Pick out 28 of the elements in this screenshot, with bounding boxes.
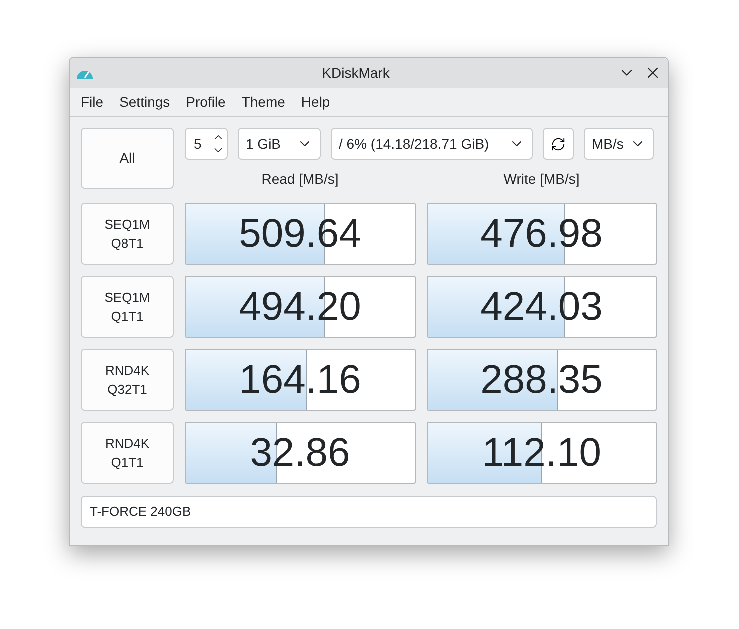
result-value: 509.64 <box>239 214 362 254</box>
test-button[interactable]: SEQ1M Q1T1 <box>81 276 174 338</box>
size-dropdown[interactable]: 1 GiB <box>238 128 321 160</box>
refresh-button[interactable] <box>543 128 574 160</box>
column-header: Write [MB/s] <box>504 170 580 189</box>
menu-item[interactable]: Help <box>293 92 338 112</box>
runs-spinbox[interactable]: 5 <box>185 128 228 160</box>
menu-item[interactable]: File <box>73 92 112 112</box>
unit-dropdown[interactable]: MB/s <box>584 128 654 160</box>
result-value: 424.03 <box>480 287 603 327</box>
test-button[interactable]: SEQ1M Q8T1 <box>81 203 174 265</box>
test-button[interactable]: RND4K Q32T1 <box>81 349 174 411</box>
all-button[interactable]: All <box>81 128 174 189</box>
menu-item[interactable]: Settings <box>112 92 178 112</box>
target-dropdown[interactable]: / 6% (14.18/218.71 GiB) <box>331 128 533 160</box>
menu-item[interactable]: Theme <box>234 92 294 112</box>
result-value: 288.35 <box>480 360 603 400</box>
test-button[interactable]: RND4K Q1T1 <box>81 422 174 484</box>
result-value: 32.86 <box>250 433 350 473</box>
refresh-icon <box>551 136 566 152</box>
comment-field[interactable]: T-FORCE 240GB <box>81 496 657 528</box>
window-title: KDiskMark <box>322 64 390 82</box>
result-value: 164.16 <box>239 360 362 400</box>
result-value: 476.98 <box>480 214 603 254</box>
result-value: 494.20 <box>239 287 362 327</box>
result-value: 112.10 <box>482 433 602 473</box>
column-header: Read [MB/s] <box>262 170 339 189</box>
menu-item[interactable]: Profile <box>178 92 234 112</box>
